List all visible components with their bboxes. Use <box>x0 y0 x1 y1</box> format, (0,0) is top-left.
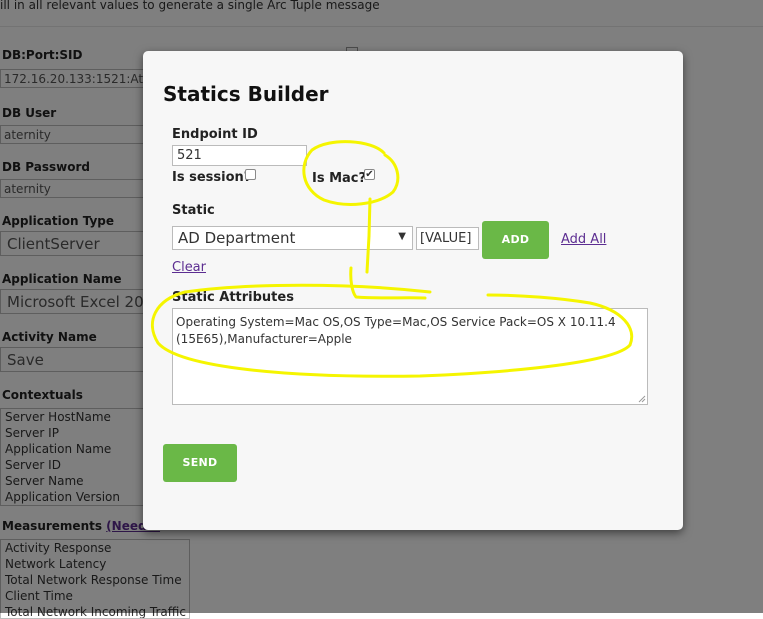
static-attributes-label: Static Attributes <box>172 290 294 305</box>
statics-builder-modal: Statics Builder Endpoint ID 521 Is sessi… <box>143 51 683 530</box>
static-select[interactable]: AD Department ▼ <box>172 226 413 250</box>
endpoint-id-label: Endpoint ID <box>172 127 258 142</box>
is-session-checkbox[interactable] <box>245 169 256 180</box>
is-mac-label: Is Mac? <box>312 171 367 186</box>
clear-link[interactable]: Clear <box>172 260 206 275</box>
static-attributes-textarea[interactable]: Operating System=Mac OS,OS Type=Mac,OS S… <box>172 308 648 405</box>
dropdown-arrow-icon: ▼ <box>398 231 406 242</box>
static-select-value: AD Department <box>178 229 296 247</box>
is-session-label: Is session? <box>172 170 252 185</box>
static-value-input[interactable]: [VALUE] <box>416 227 479 250</box>
send-button[interactable]: SEND <box>163 444 237 482</box>
static-attributes-text: Operating System=Mac OS,OS Type=Mac,OS S… <box>176 315 616 346</box>
endpoint-id-input[interactable]: 521 <box>172 145 307 166</box>
modal-title: Statics Builder <box>163 82 329 106</box>
add-all-link[interactable]: Add All <box>561 232 606 247</box>
is-mac-checkbox[interactable]: ✔ <box>364 169 375 180</box>
static-label: Static <box>172 203 215 218</box>
resize-handle-icon[interactable] <box>638 395 646 403</box>
add-button[interactable]: ADD <box>482 221 549 259</box>
